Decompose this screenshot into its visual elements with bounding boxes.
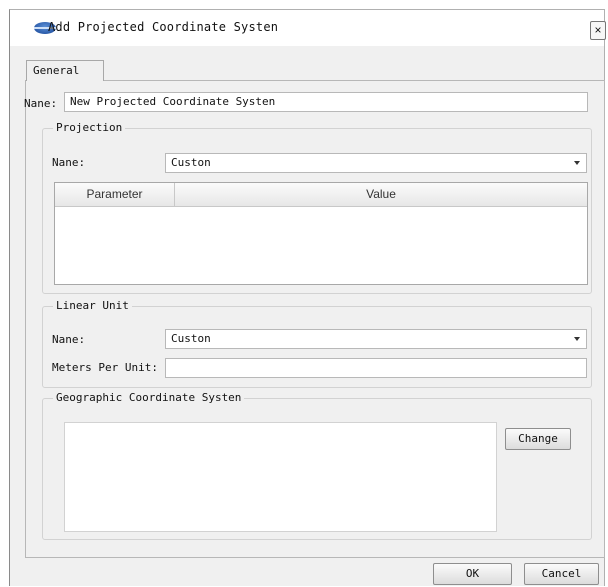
parameter-table-header: Parameter Value <box>55 183 587 207</box>
chevron-down-icon[interactable] <box>574 337 580 341</box>
ok-button[interactable]: OK <box>433 563 512 585</box>
projection-legend: Projection <box>53 121 126 134</box>
linear-unit-legend: Linear Unit <box>53 299 132 312</box>
gcs-description-box <box>64 422 497 532</box>
projection-name-label: Nane: <box>52 156 86 169</box>
dialog-title: Add Projected Coordinate Systen <box>48 20 279 34</box>
column-header-value[interactable]: Value <box>175 183 587 206</box>
tab-general[interactable]: General <box>26 60 104 81</box>
title-bar[interactable]: Add Projected Coordinate Systen × <box>10 10 606 46</box>
change-button[interactable]: Change <box>505 428 571 450</box>
projection-name-value: Custon <box>171 156 211 169</box>
meters-per-unit-field[interactable] <box>165 358 587 378</box>
close-button[interactable]: × <box>590 21 606 40</box>
gcs-legend: Geographic Coordinate Systen <box>53 391 245 404</box>
cancel-button[interactable]: Cancel <box>524 563 599 585</box>
close-icon[interactable]: × <box>594 23 601 37</box>
linear-unit-name-value: Custon <box>171 332 211 345</box>
linear-unit-name-label: Nane: <box>52 333 86 346</box>
name-field[interactable]: New Projected Coordinate Systen <box>64 92 588 112</box>
column-header-parameter[interactable]: Parameter <box>55 183 175 206</box>
chevron-down-icon[interactable] <box>574 161 580 165</box>
linear-unit-name-select[interactable]: Custon <box>165 329 587 349</box>
dialog-window: Add Projected Coordinate Systen × Genera… <box>9 9 606 586</box>
projection-name-select[interactable]: Custon <box>165 153 587 173</box>
name-label: Nane: <box>24 97 58 110</box>
parameter-table[interactable]: Parameter Value <box>54 182 588 285</box>
meters-per-unit-label: Meters Per Unit: <box>52 361 158 374</box>
